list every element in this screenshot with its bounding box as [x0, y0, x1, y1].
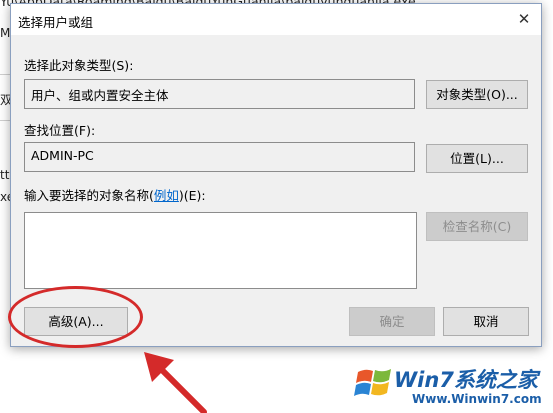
close-button[interactable]: ✕ [511, 8, 537, 30]
location-label: 查找位置(F): [24, 123, 96, 138]
object-names-label-prefix: 输入要选择的对象名称( [24, 188, 154, 203]
watermark: Win7系统之家 Www.Winwin7.com [352, 360, 552, 410]
cancel-button[interactable]: 取消 [443, 307, 529, 336]
dialog-titlebar: 选择用户或组 ✕ [11, 4, 541, 35]
watermark-brand: Win7系统之家 [394, 368, 538, 392]
object-names-label-suffix: )(E): [178, 188, 206, 203]
annotation-circle [8, 286, 143, 348]
examples-link[interactable]: 例如 [154, 188, 179, 203]
object-type-label: 选择此对象类型(S): [24, 58, 134, 73]
dialog-title: 选择用户或组 [18, 15, 94, 30]
locations-button[interactable]: 位置(L)... [426, 144, 528, 173]
windows-logo-icon [354, 369, 391, 396]
object-types-button[interactable]: 对象类型(O)... [426, 80, 528, 109]
background-divider [0, 120, 10, 121]
location-field: ADMIN-PC [24, 142, 415, 172]
watermark-url: Www.Winwin7.com [412, 392, 542, 406]
check-names-button[interactable]: 检查名称(C) [426, 212, 528, 241]
annotation-arrow-icon [144, 352, 207, 413]
object-type-field: 用户、组或内置安全主体 [24, 79, 415, 109]
ok-button[interactable]: 确定 [349, 307, 435, 336]
background-divider [0, 74, 10, 75]
background-fragment: M [0, 26, 11, 40]
object-names-label: 输入要选择的对象名称(例如)(E): [24, 185, 206, 204]
object-names-input[interactable] [24, 212, 417, 289]
close-icon: ✕ [517, 10, 531, 28]
